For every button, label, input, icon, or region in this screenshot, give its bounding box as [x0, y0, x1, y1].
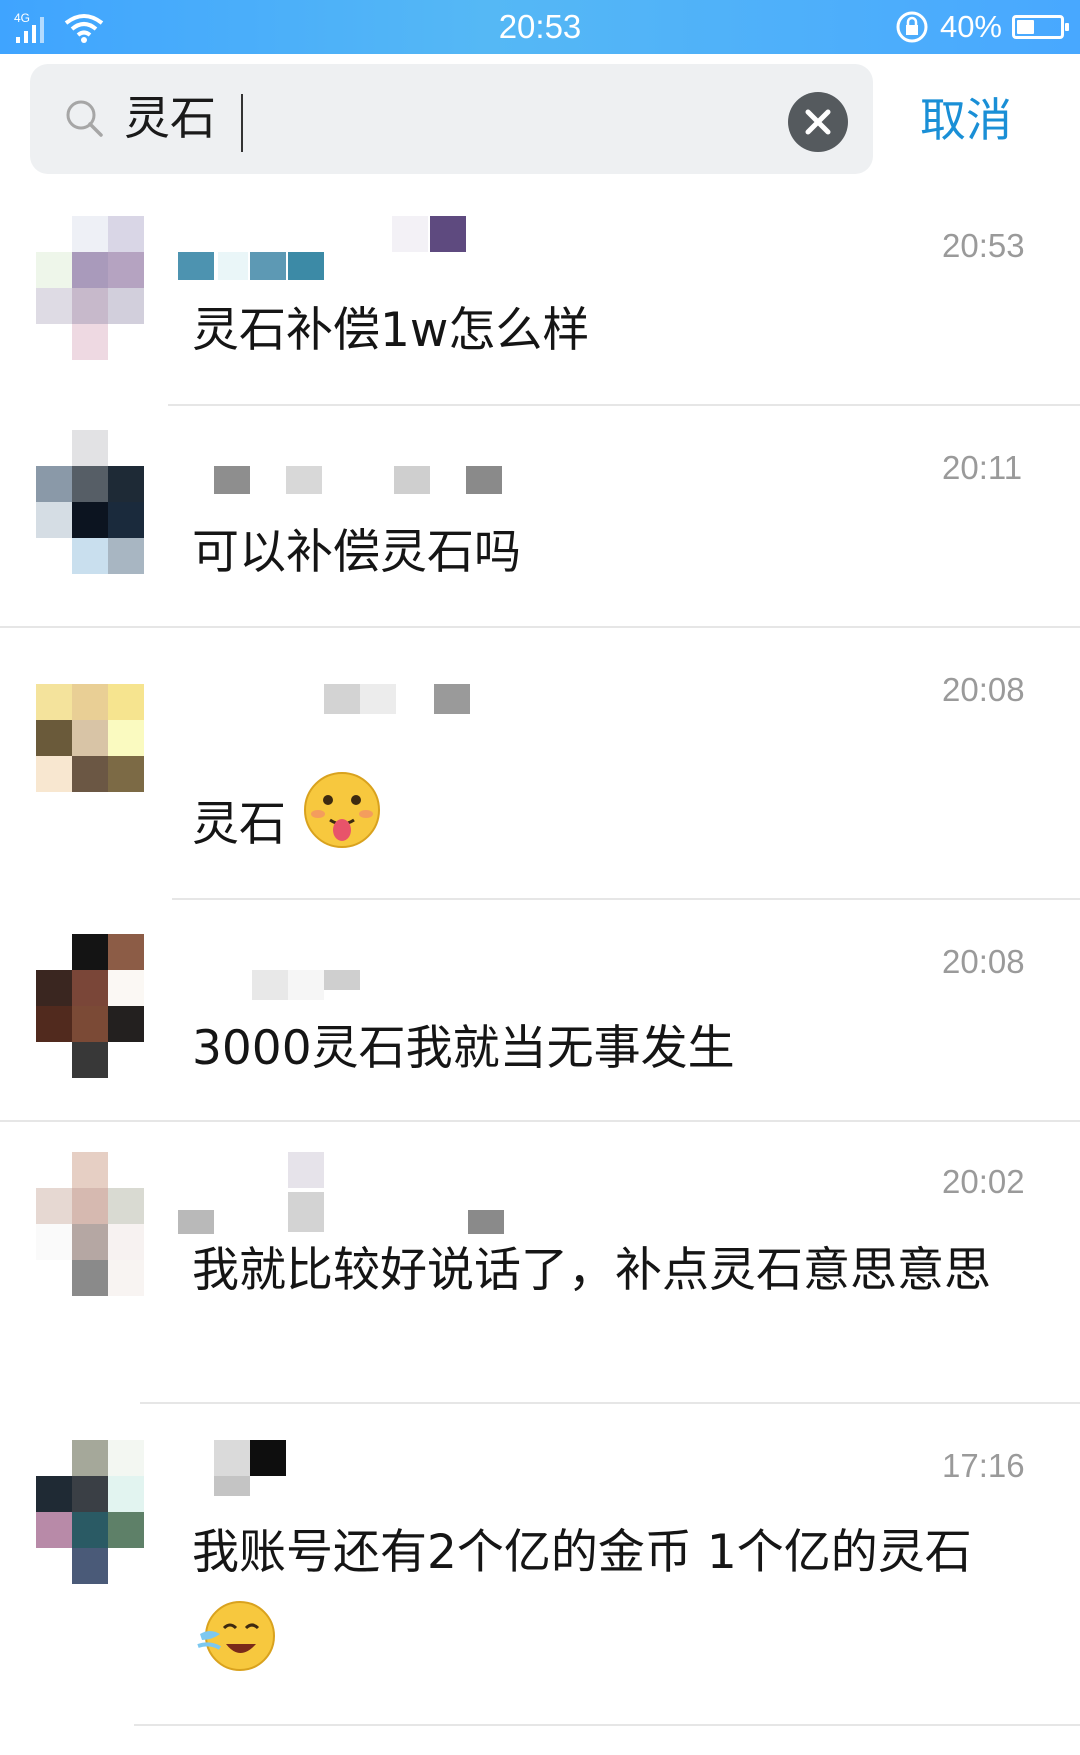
sender-name-blurred — [178, 684, 478, 714]
search-icon — [66, 100, 103, 137]
status-bar: 4G 20:53 40% — [0, 0, 1080, 54]
message-time: 20:08 — [942, 671, 1025, 708]
message-text: 我就比较好说话了，补点灵石意思意思 — [192, 1243, 991, 1298]
search-input[interactable]: 灵石 — [30, 64, 873, 174]
text-cursor — [241, 94, 243, 152]
tongue-out-emoji-icon — [304, 772, 380, 848]
search-query: 灵石 — [124, 91, 216, 145]
search-bar: 灵石 取消 — [0, 54, 1080, 184]
message-time: 20:11 — [942, 449, 1023, 486]
result-item[interactable]: 20:02 我就比较好说话了，补点灵石意思意思 — [0, 1122, 1080, 1404]
status-right: 40% — [894, 8, 1069, 46]
avatar — [36, 934, 144, 1078]
avatar — [36, 1440, 144, 1584]
avatar — [36, 216, 144, 360]
message-time: 17:16 — [942, 1447, 1025, 1484]
sender-name-blurred — [178, 1152, 538, 1234]
message-time: 20:02 — [942, 1163, 1025, 1200]
clear-icon[interactable] — [788, 92, 848, 152]
rotation-lock-icon — [896, 11, 928, 43]
message-time: 20:08 — [942, 943, 1025, 980]
message-time: 20:53 — [942, 227, 1025, 264]
avatar — [36, 430, 144, 574]
result-item[interactable]: 20:08 灵石 — [0, 628, 1080, 900]
crying-laughing-emoji-icon — [197, 1601, 275, 1671]
avatar — [36, 684, 144, 828]
avatar — [36, 1152, 144, 1296]
result-item[interactable]: 17:16 我账号还有2个亿的金币 1个亿的灵石 — [0, 1404, 1080, 1726]
divider — [134, 1724, 1080, 1726]
cancel-button[interactable]: 取消 — [920, 92, 1012, 148]
sender-name-blurred — [178, 466, 518, 496]
sender-name-blurred — [178, 970, 378, 1000]
battery-percent: 40% — [939, 9, 1002, 44]
result-item[interactable]: 20:53 灵石补偿1w怎么样 — [0, 184, 1080, 406]
message-text: 我账号还有2个亿的金币 1个亿的灵石 — [192, 1525, 972, 1580]
message-text: 可以补偿灵石吗 — [192, 525, 521, 580]
result-item[interactable]: 20:08 3000灵石我就当无事发生 — [0, 900, 1080, 1122]
result-item[interactable]: 20:11 可以补偿灵石吗 — [0, 406, 1080, 628]
sender-name-blurred — [178, 1440, 378, 1496]
message-text: 3000灵石我就当无事发生 — [192, 1021, 735, 1076]
sender-name-blurred — [178, 216, 478, 280]
battery-icon — [1012, 15, 1069, 39]
message-text: 灵石补偿1w怎么样 — [192, 303, 590, 358]
